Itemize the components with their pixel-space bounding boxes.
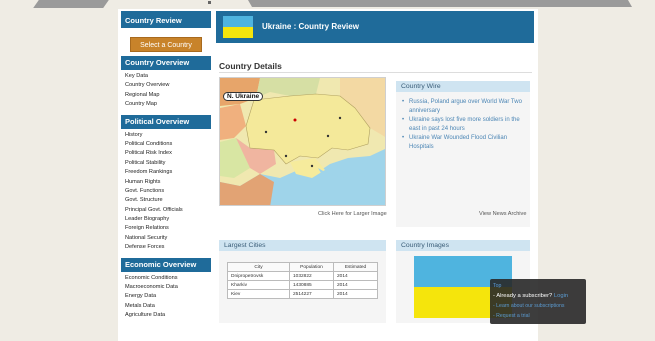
page-title: Ukraine : Country Review [262,22,359,31]
table-row: Kharkiv 1430885 2014 [227,280,378,290]
tooltip-subscriber-line: - Already a subscriber? Login [493,291,583,301]
select-country-button[interactable]: Select a Country [130,37,202,52]
sidebar-item-key-data[interactable]: Key Data [121,72,211,81]
sidebar-item-govt-structure[interactable]: Govt. Structure [121,196,211,205]
sidebar-item-human-rights[interactable]: Human Rights [121,178,211,187]
subscription-tooltip: Top - Already a subscriber? Login - Lear… [490,279,586,324]
sidebar-item-metals-data[interactable]: Metals Data [121,302,211,311]
country-title-bar: Ukraine : Country Review [216,11,534,43]
sidebar-item-foreign-relations[interactable]: Foreign Relations [121,224,211,233]
sidebar-item-regional-map[interactable]: Regional Map [121,91,211,100]
table-cell: Dnipropetrovsk [227,271,290,281]
table-header-row: City Population Estimated [227,262,378,272]
table-row: Dnipropetrovsk 1032822 2014 [227,271,378,281]
table-cell: 2514227 [289,289,334,299]
largest-cities-title: Largest Cities [219,240,386,251]
country-details-title: Country Details [219,61,282,71]
learn-subscriptions-link[interactable]: - Learn about our subscriptions [493,301,583,311]
top-decoration [0,0,655,9]
login-link[interactable]: Login [554,293,568,299]
subscriber-text: - Already a subscriber? [493,293,554,299]
table-cell: 1032822 [289,271,334,281]
country-overview-list: Key Data Country Overview Regional Map C… [121,70,211,112]
news-item[interactable]: Ukraine says lost five more soldiers in … [402,116,526,133]
column-header: City [227,262,290,272]
ukraine-flag-icon [223,16,253,38]
table-cell: Kiev [227,289,290,299]
sidebar-item-national-security[interactable]: National Security [121,234,211,243]
news-item[interactable]: Russia, Poland argue over World War Two … [402,98,526,115]
sidebar-item-freedom-rankings[interactable]: Freedom Rankings [121,168,211,177]
request-trial-link[interactable]: - Request a trial [493,311,583,321]
table-cell: 2014 [333,280,378,290]
sidebar-item-energy-data[interactable]: Energy Data [121,292,211,301]
sidebar-item-political-stability[interactable]: Political Stability [121,159,211,168]
map-label: N. Ukraine [223,92,264,101]
column-header: Population [289,262,334,272]
table-cell: 2014 [333,289,378,299]
table-cell: 1430885 [289,280,334,290]
column-header: Estimated [333,262,378,272]
section-country-overview[interactable]: Country Overview [121,56,211,70]
section-political-overview[interactable]: Political Overview [121,114,211,129]
sidebar-item-principal-govt-officials[interactable]: Principal Govt. Officials [121,206,211,215]
sidebar-item-country-overview[interactable]: Country Overview [121,81,211,90]
sidebar-item-country-map[interactable]: Country Map [121,100,211,109]
divider [219,72,532,73]
sidebar-item-defense-forces[interactable]: Defense Forces [121,243,211,252]
sidebar: Country Review Select a Country Country … [121,11,211,341]
sidebar-item-agriculture-data[interactable]: Agriculture Data [121,311,211,320]
top-stripe-left [33,0,109,8]
largest-cities-panel: Largest Cities City Population Estimated… [219,240,386,323]
top-dot [208,1,211,4]
news-archive-link[interactable]: View News Archive [479,211,526,217]
cities-table: City Population Estimated Dnipropetrovsk… [227,262,378,299]
news-item[interactable]: Ukraine War Wounded Flood Civilian Hospi… [402,134,526,151]
top-stripe-right [247,0,633,7]
table-cell: Kharkiv [227,280,290,290]
larger-image-link[interactable]: Click Here for Larger Image [318,211,387,217]
economic-overview-list: Economic Conditions Macroeconomic Data E… [121,272,211,323]
sidebar-item-leader-biography[interactable]: Leader Biography [121,215,211,224]
table-row: Kiev 2514227 2014 [227,289,378,299]
tooltip-top-link[interactable]: Top [493,281,583,291]
table-cell: 2014 [333,271,378,281]
sidebar-item-history[interactable]: History [121,131,211,140]
political-overview-list: History Political Conditions Political R… [121,129,211,255]
sidebar-item-govt-functions[interactable]: Govt. Functions [121,187,211,196]
country-images-title: Country Images [396,240,530,251]
select-country-wrap: Select a Country [121,28,211,56]
sidebar-item-economic-conditions[interactable]: Economic Conditions [121,274,211,283]
news-list: Russia, Poland argue over World War Two … [396,92,530,152]
section-economic-overview[interactable]: Economic Overview [121,257,211,272]
sidebar-header: Country Review [121,11,211,28]
sidebar-item-political-conditions[interactable]: Political Conditions [121,140,211,149]
country-wire-panel: Country Wire Russia, Poland argue over W… [396,81,530,227]
sidebar-item-political-risk-index[interactable]: Political Risk Index [121,149,211,158]
country-wire-title: Country Wire [396,81,530,92]
sidebar-item-macroeconomic-data[interactable]: Macroeconomic Data [121,283,211,292]
